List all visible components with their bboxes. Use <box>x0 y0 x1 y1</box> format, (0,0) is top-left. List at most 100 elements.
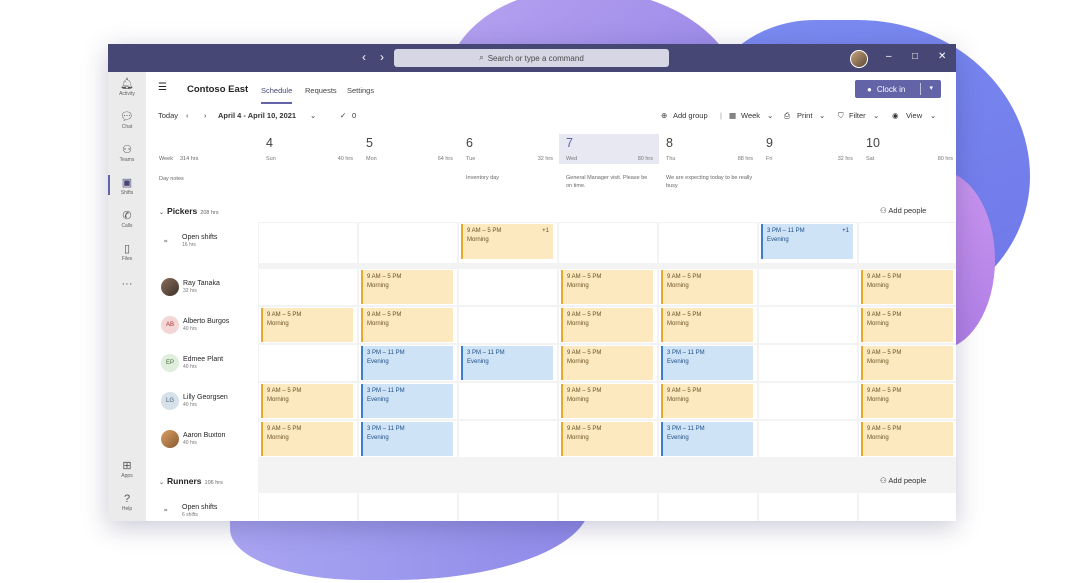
schedule-cell[interactable] <box>359 223 457 263</box>
shift-card[interactable]: 9 AM – 5 PM Morning <box>561 422 653 456</box>
schedule-cell[interactable] <box>459 421 557 457</box>
date-range[interactable]: April 4 - April 10, 2021 <box>218 111 296 120</box>
today-button[interactable]: Today <box>158 111 178 120</box>
shift-card[interactable]: 3 PM – 11 PM Evening <box>361 346 453 380</box>
day-header[interactable]: 5 Mon 64 hrs <box>359 134 459 164</box>
day-header[interactable]: 8 Thu 88 hrs <box>659 134 759 164</box>
rail-item-calls[interactable]: ✆ Calls <box>108 210 146 229</box>
shift-card[interactable]: 9 AM – 5 PM Morning <box>861 346 953 380</box>
chevron-down-icon[interactable]: ⌄ <box>873 111 879 120</box>
runners-open-shifts[interactable]: Open shifts 6 shifts <box>182 504 217 518</box>
shift-card[interactable]: 3 PM – 11 PM Evening <box>661 422 753 456</box>
tab-requests[interactable]: Requests <box>305 86 337 95</box>
day-header[interactable]: 4 Sun 40 hrs <box>259 134 359 164</box>
prev-week-icon[interactable]: ‹ <box>186 111 189 120</box>
shift-card[interactable]: 9 AM – 5 PM Morning <box>561 384 653 418</box>
chevron-down-icon[interactable]: ⌄ <box>819 111 825 120</box>
shift-card[interactable]: 3 PM – 11 PM Evening <box>361 384 453 418</box>
rail-item-activity[interactable]: 🔔︎ Activity <box>108 78 146 97</box>
schedule-cell[interactable] <box>459 493 557 521</box>
rail-item-files[interactable]: ▯ Files <box>108 243 146 262</box>
person-row-label[interactable]: Aaron Buxton 40 hrs <box>183 432 225 446</box>
print-button[interactable]: Print <box>797 111 812 120</box>
forward-icon[interactable]: › <box>380 50 384 64</box>
person-row-label[interactable]: Edmee Plant 40 hrs <box>183 356 223 370</box>
person-row-label[interactable]: Ray Tanaka 32 hrs <box>183 280 220 294</box>
schedule-cell[interactable] <box>759 345 857 381</box>
shift-card[interactable]: 9 AM – 5 PM Morning <box>861 270 953 304</box>
rail-item-apps[interactable]: ⊞ Apps <box>108 460 146 479</box>
shift-card[interactable]: 9 AM – 5 PM Morning <box>861 422 953 456</box>
schedule-cell[interactable] <box>559 493 657 521</box>
schedule-cell[interactable] <box>259 223 357 263</box>
avatar[interactable] <box>161 430 179 448</box>
week-dropdown[interactable]: Week <box>741 111 760 120</box>
person-row-label[interactable]: Alberto Burgos 40 hrs <box>183 318 229 332</box>
open-shift-card[interactable]: 3 PM – 11 PM Evening +1 <box>761 224 853 259</box>
group-pickers[interactable]: ⌄ Pickers 208 hrs <box>159 206 219 216</box>
schedule-cell[interactable] <box>759 269 857 305</box>
pickers-open-shifts[interactable]: Open shifts 16 hrs <box>182 234 217 248</box>
schedule-cell[interactable] <box>859 223 956 263</box>
view-button[interactable]: View <box>906 111 922 120</box>
rail-item-help[interactable]: ? Help <box>108 493 146 512</box>
day-header[interactable]: 6 Tue 32 hrs <box>459 134 559 164</box>
shift-card[interactable]: 9 AM – 5 PM Morning <box>361 308 453 342</box>
shift-card[interactable]: 9 AM – 5 PM Morning <box>261 422 353 456</box>
avatar[interactable]: EP <box>161 354 179 372</box>
day-header[interactable]: 7 Wed 80 hrs <box>559 134 659 164</box>
clock-in-button[interactable]: ● Clock in ▾ <box>855 80 941 98</box>
schedule-cell[interactable] <box>259 345 357 381</box>
group-runners[interactable]: ⌄ Runners 106 hrs <box>159 476 223 486</box>
chevron-down-icon[interactable]: ⌄ <box>310 111 316 120</box>
rail-item-shifts[interactable]: ▣ Shifts <box>108 175 146 196</box>
shift-card[interactable]: 9 AM – 5 PM Morning <box>661 270 753 304</box>
shift-card[interactable]: 9 AM – 5 PM Morning <box>861 308 953 342</box>
avatar[interactable]: AB <box>161 316 179 334</box>
add-people-button[interactable]: ⚇ Add people <box>880 206 926 215</box>
shift-card[interactable]: 9 AM – 5 PM Morning <box>561 346 653 380</box>
shift-card[interactable]: 9 AM – 5 PM Morning <box>561 270 653 304</box>
schedule-cell[interactable] <box>459 307 557 343</box>
rail-item-chat[interactable]: 💬︎ Chat <box>108 111 146 130</box>
hamburger-icon[interactable]: ☰ <box>158 82 167 93</box>
schedule-cell[interactable] <box>859 493 956 521</box>
shift-card[interactable]: 9 AM – 5 PM Morning <box>261 308 353 342</box>
close-icon[interactable]: ✕ <box>938 51 946 62</box>
maximize-icon[interactable]: □ <box>912 51 918 62</box>
shift-card[interactable]: 3 PM – 11 PM Evening <box>661 346 753 380</box>
chevron-down-icon[interactable]: ⌄ <box>767 111 773 120</box>
open-shift-card[interactable]: 9 AM – 5 PM Morning +1 <box>461 224 553 259</box>
rail-item-[interactable]: ··· <box>108 278 146 291</box>
avatar[interactable] <box>161 278 179 296</box>
schedule-cell[interactable] <box>259 269 357 305</box>
shift-card[interactable]: 3 PM – 11 PM Evening <box>461 346 553 380</box>
minimize-icon[interactable]: – <box>886 51 892 62</box>
schedule-cell[interactable] <box>759 383 857 419</box>
shift-card[interactable]: 9 AM – 5 PM Morning <box>861 384 953 418</box>
next-week-icon[interactable]: › <box>204 111 207 120</box>
chevron-down-icon[interactable]: ⌄ <box>930 111 936 120</box>
schedule-cell[interactable] <box>359 493 457 521</box>
schedule-cell[interactable] <box>659 493 757 521</box>
shift-card[interactable]: 9 AM – 5 PM Morning <box>261 384 353 418</box>
schedule-cell[interactable] <box>759 307 857 343</box>
back-icon[interactable]: ‹ <box>362 50 366 64</box>
chevron-down-icon[interactable]: ⌄ <box>159 210 164 216</box>
schedule-cell[interactable] <box>459 269 557 305</box>
schedule-cell[interactable] <box>459 383 557 419</box>
person-row-label[interactable]: Lilly Georgsen 40 hrs <box>183 394 228 408</box>
shift-card[interactable]: 9 AM – 5 PM Morning <box>661 384 753 418</box>
shift-card[interactable]: 9 AM – 5 PM Morning <box>661 308 753 342</box>
add-people-button[interactable]: ⚇ Add people <box>880 476 926 485</box>
tab-schedule[interactable]: Schedule <box>261 86 293 104</box>
shift-card[interactable]: 9 AM – 5 PM Morning <box>561 308 653 342</box>
user-avatar[interactable] <box>850 50 868 68</box>
chevron-down-icon[interactable]: ▾ <box>929 84 933 92</box>
schedule-cell[interactable] <box>659 223 757 263</box>
day-header[interactable]: 10 Sat 80 hrs <box>859 134 956 164</box>
rail-item-teams[interactable]: ⚇ Teams <box>108 144 146 163</box>
shift-card[interactable]: 3 PM – 11 PM Evening <box>361 422 453 456</box>
schedule-cell[interactable] <box>259 493 357 521</box>
tab-settings[interactable]: Settings <box>347 86 374 95</box>
